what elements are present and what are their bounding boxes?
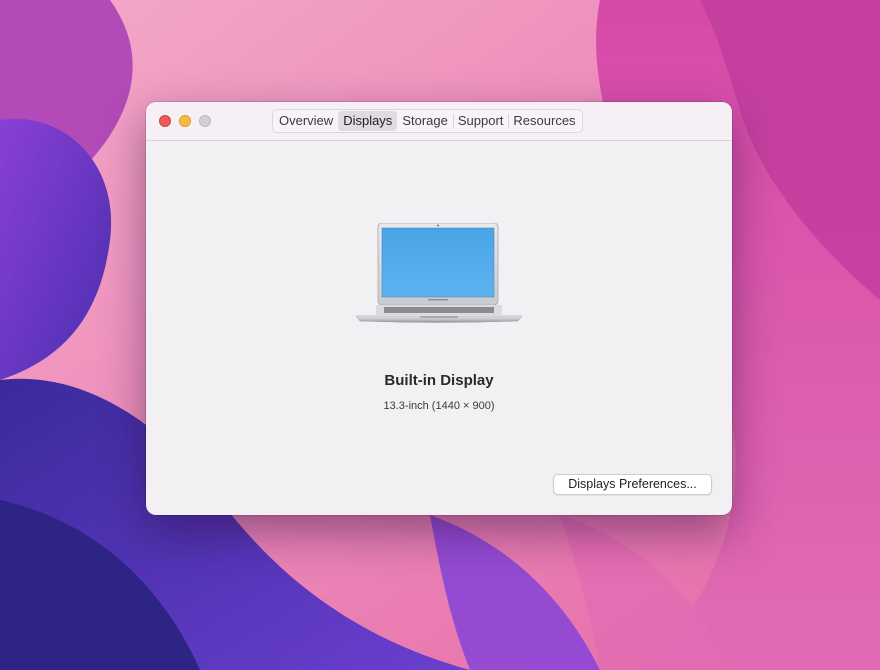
tab-resources[interactable]: Resources [508,111,580,131]
zoom-icon[interactable] [199,115,211,127]
laptop-icon [355,223,523,323]
displays-panel: Built-in Display 13.3-inch (1440 × 900) … [146,141,732,515]
tab-overview[interactable]: Overview [274,111,338,131]
display-name: Built-in Display [384,372,494,389]
minimize-icon[interactable] [179,115,191,127]
title-bar: Overview Displays Storage Support Resour… [146,102,732,141]
tab-bar: Overview Displays Storage Support Resour… [272,109,583,133]
about-this-mac-window: Overview Displays Storage Support Resour… [146,102,732,515]
tab-support[interactable]: Support [452,111,509,131]
close-icon[interactable] [159,115,171,127]
display-details: 13.3-inch (1440 × 900) [383,400,495,412]
displays-preferences-button[interactable]: Displays Preferences... [553,474,712,495]
tab-displays[interactable]: Displays [338,111,398,131]
tab-storage[interactable]: Storage [397,111,453,131]
desktop: Overview Displays Storage Support Resour… [0,0,880,670]
